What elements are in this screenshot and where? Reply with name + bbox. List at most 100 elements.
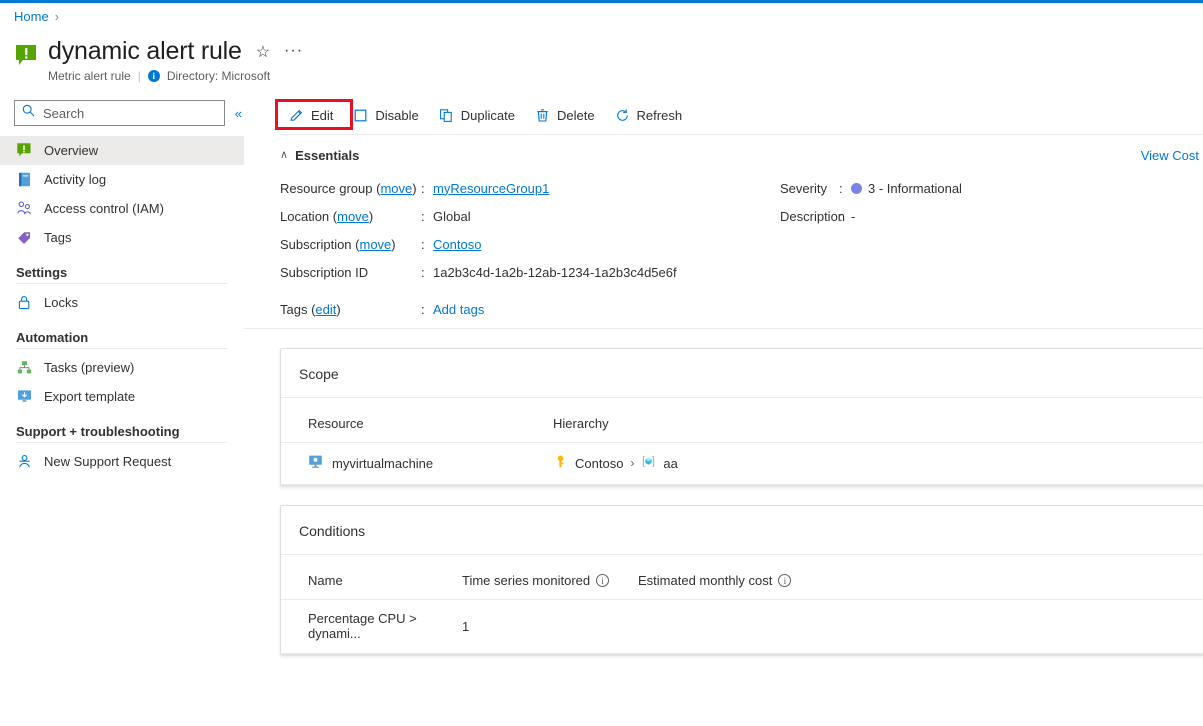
scope-table: Resource Hierarchy [281,398,1203,485]
resource-group-value[interactable]: myResourceGroup1 [433,181,549,196]
sidebar-item-label: Access control (IAM) [44,201,164,216]
scope-resource-group-name: aa [663,456,677,471]
description-value: - [851,209,855,224]
scope-column-resource[interactable]: Resource [281,398,553,443]
delete-button[interactable]: Delete [526,102,604,128]
breadcrumb: Home › [14,9,59,24]
refresh-icon [615,108,630,123]
alert-rule-icon [16,142,33,159]
colon: : [839,209,851,224]
tags-row: Tags (edit) : Add tags [280,296,1203,322]
info-icon[interactable]: i [596,574,609,587]
resource-group-move-link[interactable]: move [380,181,412,196]
sidebar-search-row: « [0,96,244,126]
location-label-text: Location [280,209,329,224]
search-input[interactable] [41,105,201,122]
conditions-column-name[interactable]: Name [281,555,462,600]
more-options-icon[interactable]: ··· [284,43,303,59]
scope-subscription-name: Contoso [575,456,623,471]
table-row[interactable]: myvirtualmachine [281,443,1203,485]
essentials-column-right: Severity : 3 - Informational Description… [780,174,962,286]
location-move-link[interactable]: move [337,209,369,224]
breadcrumb-home[interactable]: Home [14,9,49,24]
description-row: Description : - [780,202,962,230]
essentials-column-left: Resource group (move) : myResourceGroup1… [280,174,780,286]
sidebar-item-export-template[interactable]: Export template [0,382,244,411]
conditions-table: Name Time series monitored i Estimated m… [281,555,1203,654]
alert-rule-icon [14,43,40,69]
sidebar-item-overview[interactable]: Overview [0,136,244,165]
colon: : [421,302,433,317]
sidebar-group-divider [16,442,227,443]
subscription-value[interactable]: Contoso [433,237,481,252]
description-label: Description [780,209,839,224]
location-row: Location (move) : Global [280,202,780,230]
subtitle-divider: | [138,69,141,83]
conditions-column-time-series[interactable]: Time series monitored i [462,555,638,600]
sidebar-group-divider [16,348,227,349]
sidebar-item-label: Overview [44,143,98,158]
colon: : [421,209,433,224]
tags-edit-link[interactable]: edit [315,302,336,317]
subscription-move-link[interactable]: move [360,237,392,252]
scope-resource-cell: myvirtualmachine [281,443,553,485]
colon: : [839,181,851,196]
sidebar-item-label: Activity log [44,172,106,187]
subscription-label-text: Subscription [280,237,352,252]
location-label: Location (move) [280,209,421,224]
disable-button[interactable]: Disable [344,102,427,128]
sidebar: « Overview [0,96,244,726]
access-control-icon [16,200,33,217]
favorite-star-icon[interactable]: ☆ [256,45,270,61]
table-row[interactable]: Percentage CPU > dynami... 1 [281,600,1203,654]
breadcrumb-separator-icon: › [55,10,59,23]
sidebar-group-support: Support + troubleshooting [0,424,244,439]
main-content: Edit Disable Duplicate [244,96,1203,726]
page-header: dynamic alert rule ☆ ··· Metric alert ru… [14,36,303,83]
sidebar-item-tags[interactable]: Tags [0,223,244,252]
edit-button[interactable]: Edit [280,102,342,128]
info-icon[interactable]: i [778,574,791,587]
sidebar-item-locks[interactable]: Locks [0,288,244,317]
essentials-bottom-divider [244,328,1203,329]
sidebar-item-tasks[interactable]: Tasks (preview) [0,353,244,382]
sidebar-item-access-control[interactable]: Access control (IAM) [0,194,244,223]
search-box[interactable] [14,100,225,126]
refresh-button[interactable]: Refresh [606,102,692,128]
page-title: dynamic alert rule [48,36,242,66]
top-accent-bar [0,0,1203,3]
essentials-header[interactable]: ∧ Essentials [280,148,1203,163]
sidebar-group-automation: Automation [0,330,244,345]
conditions-time-series-cell: 1 [462,600,638,654]
scope-column-hierarchy[interactable]: Hierarchy [553,398,1203,443]
severity-value: 3 - Informational [868,181,962,196]
search-icon [22,104,35,122]
disable-button-label: Disable [375,108,418,123]
sidebar-item-label: Tasks (preview) [44,360,134,375]
sidebar-item-new-support-request[interactable]: New Support Request [0,447,244,476]
colon: : [421,237,433,252]
view-cost-link[interactable]: View Cost [1141,148,1199,163]
add-tags-link[interactable]: Add tags [433,302,484,317]
directory-label: Directory: Microsoft [167,69,270,83]
sidebar-item-label: Locks [44,295,78,310]
trash-icon [535,108,550,123]
severity-label: Severity [780,181,839,196]
checkbox-icon [353,108,368,123]
command-bar: Edit Disable Duplicate [244,96,1203,134]
location-value: Global [433,209,471,224]
conditions-column-time-series-label: Time series monitored [462,573,590,588]
conditions-column-cost[interactable]: Estimated monthly cost i [638,555,1203,600]
tags-label: Tags (edit) [280,302,421,317]
subscription-id-value: 1a2b3c4d-1a2b-12ab-1234-1a2b3c4d5e6f [433,265,677,280]
collapse-sidebar-icon[interactable]: « [233,105,244,122]
subscription-row: Subscription (move) : Contoso [280,230,780,258]
export-template-icon [16,388,33,405]
duplicate-button[interactable]: Duplicate [430,102,524,128]
sidebar-item-activity-log[interactable]: Activity log [0,165,244,194]
resource-type-label: Metric alert rule [48,69,131,83]
conditions-table-header-row: Name Time series monitored i Estimated m… [281,555,1203,600]
sidebar-item-label: New Support Request [44,454,171,469]
scope-table-header-row: Resource Hierarchy [281,398,1203,443]
chevron-right-icon: › [630,456,634,470]
